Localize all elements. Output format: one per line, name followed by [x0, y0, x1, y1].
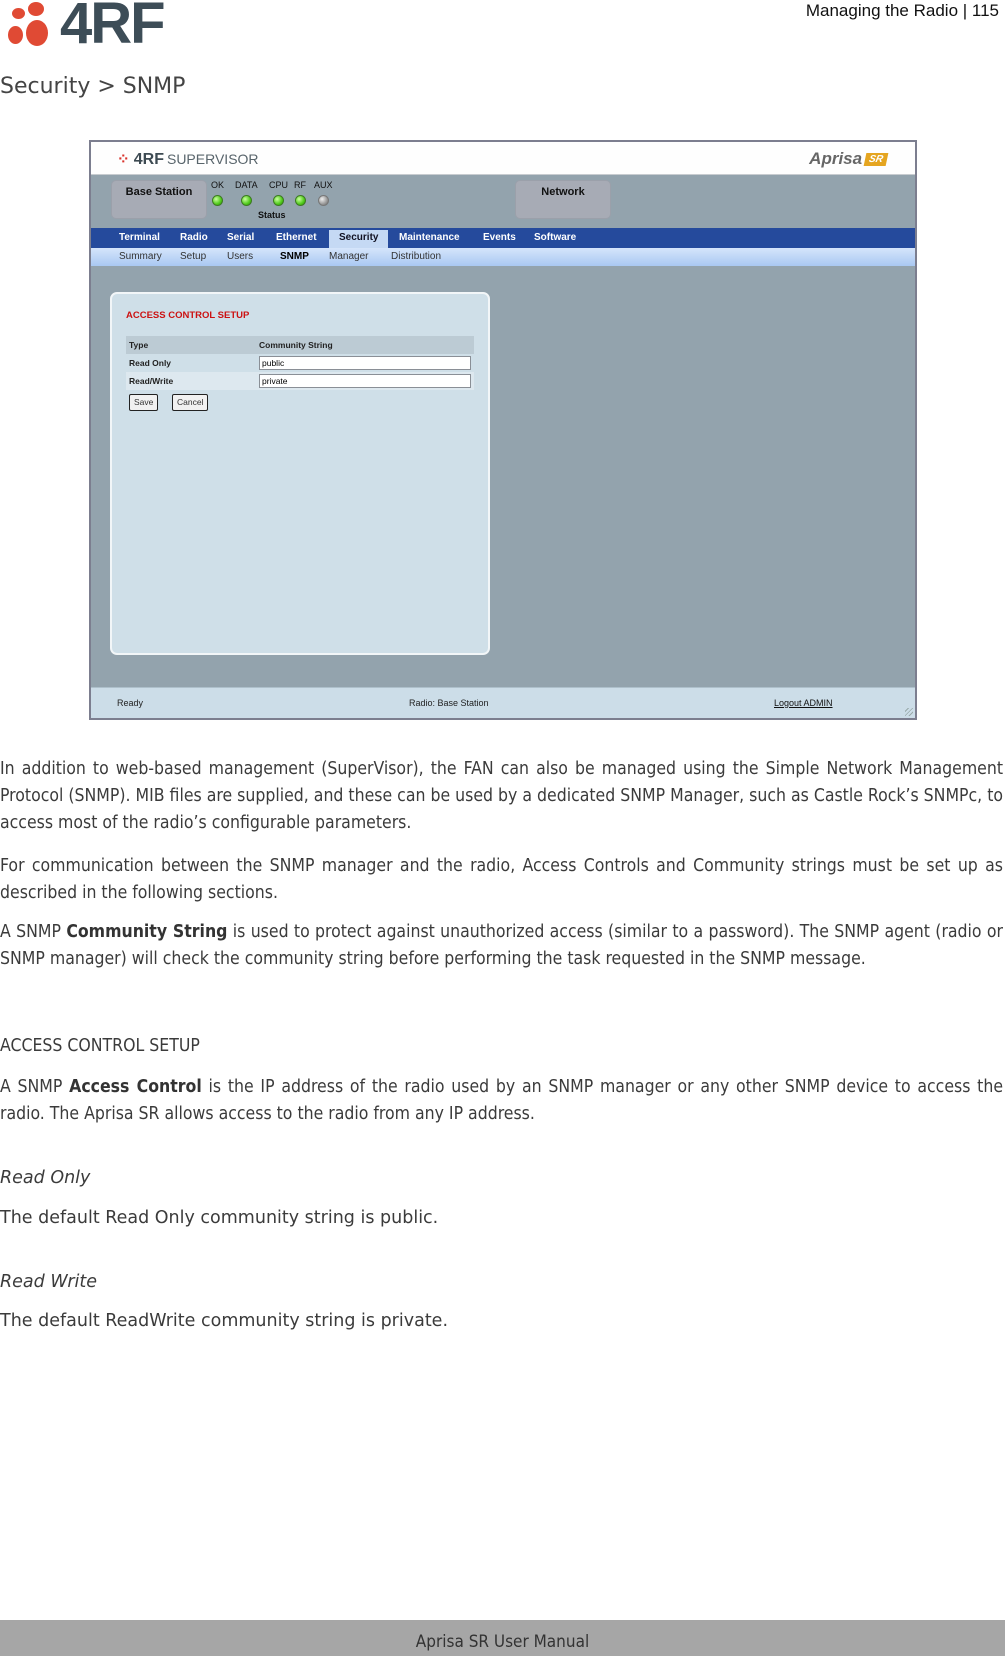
status-bar: Ready Radio: Base Station Logout ADMIN	[91, 687, 915, 718]
logo-text: 4RF	[60, 0, 166, 56]
resize-grip-icon[interactable]	[905, 708, 913, 716]
led-aux: AUX	[314, 180, 333, 206]
subnav-summary[interactable]: Summary	[119, 251, 162, 262]
panel-title: ACCESS CONTROL SETUP	[126, 310, 250, 321]
table-row: Read/Write	[126, 372, 474, 390]
access-control-heading: ACCESS CONTROL SETUP	[0, 1036, 200, 1056]
main-nav: Terminal Radio Serial Ethernet Security …	[91, 228, 915, 248]
status-radio: Radio: Base Station	[409, 698, 489, 708]
column-header-type: Type	[126, 336, 256, 354]
row-value-cell	[256, 372, 474, 390]
logout-link[interactable]: Logout ADMIN	[774, 698, 833, 708]
read-only-heading: Read Only	[0, 1168, 91, 1188]
access-control-panel: ACCESS CONTROL SETUP Type Community Stri…	[110, 292, 490, 655]
led-label: DATA	[235, 180, 258, 190]
read-write-community-input[interactable]	[259, 374, 471, 388]
aprisa-sr-badge: SR	[863, 153, 889, 167]
access-control-paragraph: A SNMP Access Control is the IP address …	[0, 1074, 1003, 1128]
access-control-table: Type Community String Read Only Read/Wri…	[126, 336, 474, 390]
led-rf: RF	[294, 180, 306, 206]
led-label: AUX	[314, 180, 333, 190]
network-tile[interactable]: Network	[515, 180, 611, 219]
aprisa-logo: Aprisa SR	[809, 149, 889, 169]
read-write-paragraph: The default ReadWrite community string i…	[0, 1311, 449, 1331]
status-led-icon	[240, 195, 252, 206]
read-only-community-input[interactable]	[259, 356, 471, 370]
row-value-cell	[256, 354, 474, 372]
nav-radio[interactable]: Radio	[180, 232, 208, 243]
status-led-icon	[273, 195, 284, 206]
term-access-control: Access Control	[69, 1077, 202, 1097]
nav-serial[interactable]: Serial	[227, 232, 254, 243]
status-led-off-icon	[317, 195, 329, 206]
led-label: OK	[211, 180, 225, 190]
subnav-manager[interactable]: Manager	[329, 251, 368, 262]
aprisa-logo-text: Aprisa	[809, 149, 863, 168]
subnav-distribution[interactable]: Distribution	[391, 251, 441, 262]
save-button[interactable]: Save	[129, 394, 159, 411]
subnav-setup[interactable]: Setup	[180, 251, 206, 262]
led-label: RF	[294, 180, 306, 190]
text: A SNMP	[0, 922, 67, 942]
base-station-tile[interactable]: Base Station	[111, 180, 207, 219]
section-title: Security > SNMP	[0, 74, 186, 99]
app-logo-product: SUPERVISOR	[166, 151, 259, 167]
status-label: Status	[258, 210, 286, 220]
community-string-paragraph: A SNMP Community String is used to prote…	[0, 919, 1003, 973]
4rf-dots-icon: ⁘	[117, 151, 130, 168]
intro-paragraph: In addition to web-based management (Sup…	[0, 759, 1003, 833]
term-community-string: Community String	[66, 922, 228, 942]
supervisor-logo: ⁘ 4RF SUPERVISOR	[117, 150, 259, 169]
status-led-icon	[294, 195, 306, 206]
text: A SNMP	[0, 1077, 70, 1097]
read-write-heading: Read Write	[0, 1272, 98, 1292]
app-logo-brand: 4RF	[133, 151, 164, 168]
nav-software[interactable]: Software	[534, 232, 576, 243]
led-cpu: CPU	[269, 180, 288, 206]
running-head: Managing the Radio | 115	[805, 1, 999, 20]
status-led-icon	[212, 195, 223, 206]
status-ready: Ready	[117, 698, 144, 708]
led-ok: OK	[211, 180, 224, 206]
4rf-logo: 4RF	[4, 0, 184, 56]
subnav-snmp[interactable]: SNMP	[280, 251, 309, 262]
table-header-row: Type Community String	[126, 336, 474, 354]
led-data: DATA	[235, 180, 258, 206]
nav-terminal[interactable]: Terminal	[119, 232, 160, 243]
row-type: Read Only	[129, 358, 172, 368]
subnav-users[interactable]: Users	[227, 251, 253, 262]
table-row: Read Only	[126, 354, 474, 372]
supervisor-screenshot: ⁘ 4RF SUPERVISOR Aprisa SR Base Station OK…	[89, 140, 917, 720]
nav-ethernet[interactable]: Ethernet	[276, 232, 317, 243]
cancel-button[interactable]: Cancel	[172, 394, 209, 411]
nav-security[interactable]: Security	[329, 230, 389, 248]
page-footer: Aprisa SR User Manual	[0, 1620, 1005, 1656]
communication-paragraph: For communication between the SNMP manag…	[0, 856, 1003, 903]
row-type: Read/Write	[126, 372, 256, 390]
sub-nav: Summary Setup Users SNMP Manager Distrib…	[91, 248, 915, 266]
read-only-paragraph: The default Read Only community string i…	[0, 1208, 439, 1228]
led-label: CPU	[269, 180, 289, 190]
nav-maintenance[interactable]: Maintenance	[399, 232, 460, 243]
column-header-community-string: Community String	[256, 336, 474, 354]
app-header: ⁘ 4RF SUPERVISOR Aprisa SR	[91, 142, 915, 175]
nav-events[interactable]: Events	[483, 232, 516, 243]
